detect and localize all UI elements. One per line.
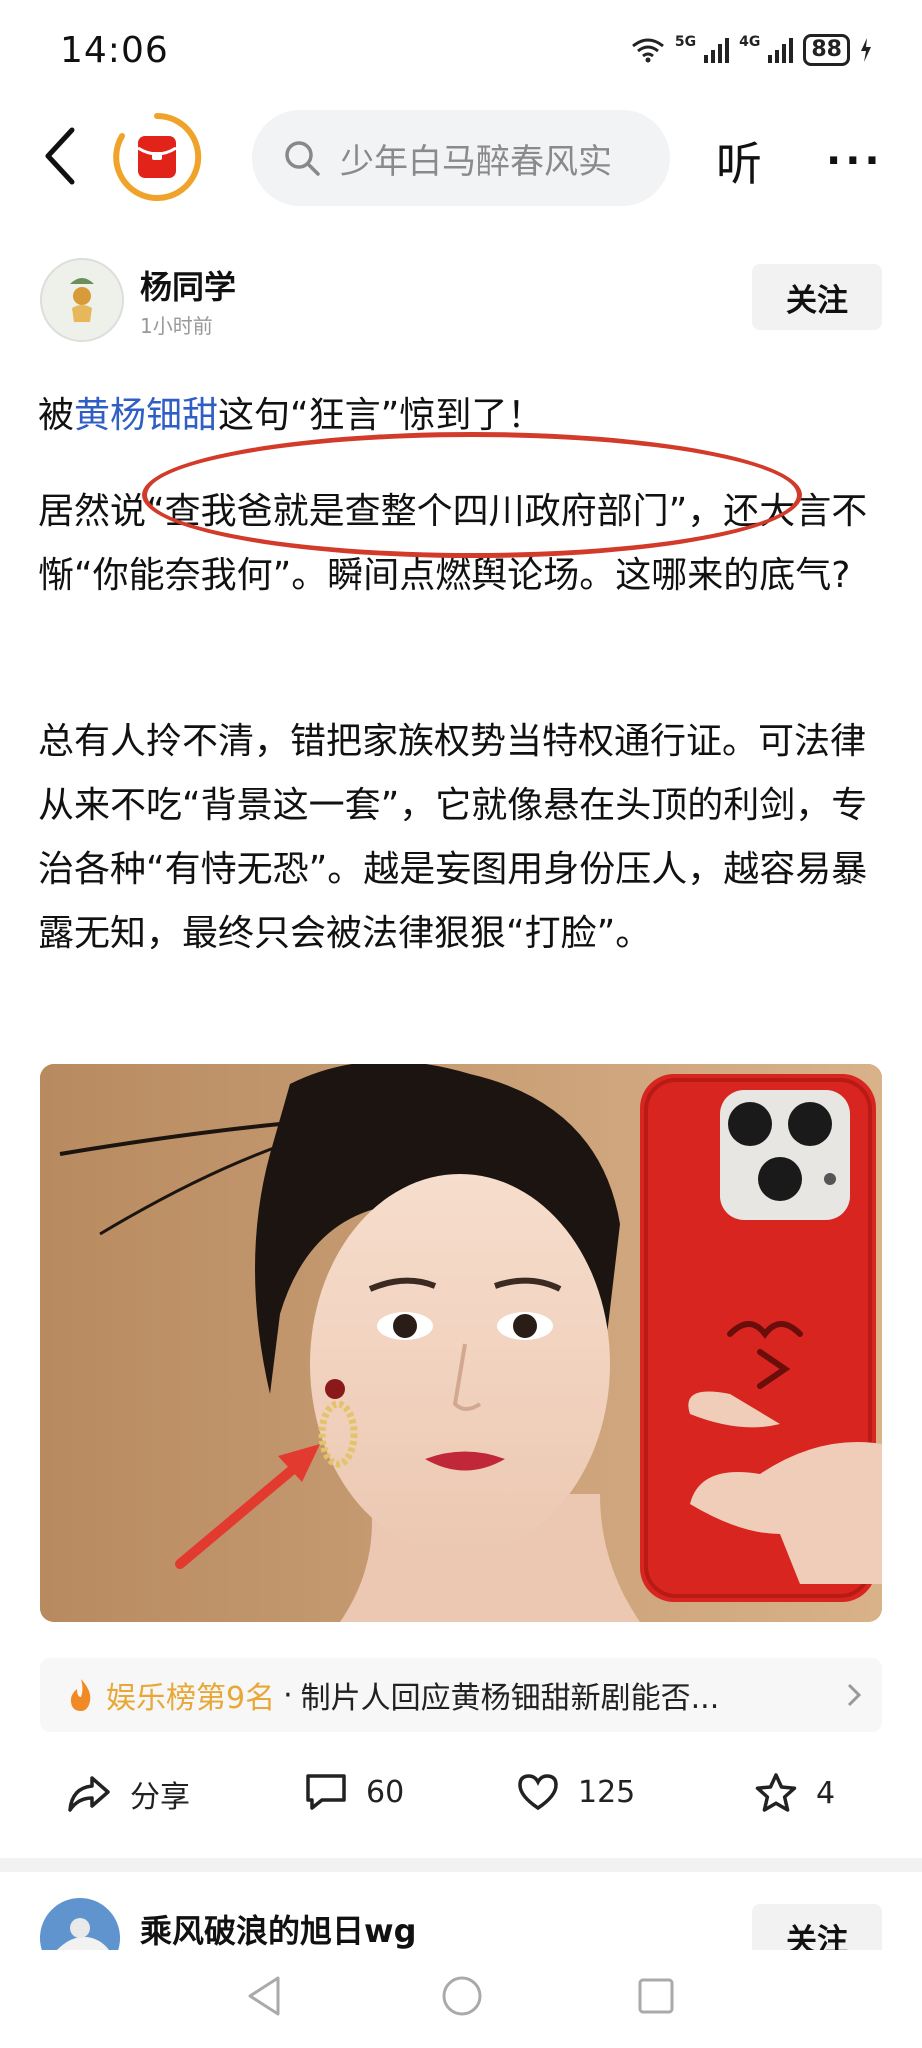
network-4g-label: 4G [739,34,761,50]
search-icon [285,141,320,176]
signal-icon-2 [768,37,794,63]
nav-back-icon[interactable] [244,1974,284,2018]
signal-icon [704,37,730,63]
charging-icon [861,38,871,62]
share-button[interactable]: 分享 [66,1772,190,1816]
favorite-count: 4 [816,1775,836,1811]
post-time: 1小时前 [140,314,213,338]
nav-recents-icon[interactable] [636,1976,676,2016]
paragraph-1-start: 被 [38,395,75,436]
search-placeholder: 少年白马醉春风实 [340,141,612,182]
comment-count: 60 [366,1774,405,1810]
fire-icon [70,1679,91,1711]
app-logo[interactable] [112,112,202,202]
like-count: 125 [578,1774,636,1810]
author-avatar[interactable] [40,258,124,342]
paragraph-3: 总有人拎不清，错把家族权势当特权通行证。可法律从来不吃“背景这一套”，它就像悬在… [38,721,868,954]
battery-level: 88 [803,34,850,66]
back-icon[interactable] [40,126,80,186]
red-packet-icon [113,112,202,201]
share-label: 分享 [130,1780,190,1815]
status-time: 14:06 [60,30,169,71]
post-image[interactable] [40,1064,882,1622]
feed-divider [0,1858,922,1872]
ranking-bar[interactable]: 娱乐榜第9名 · 制片人回应黄杨钿甜新剧能否... [40,1658,882,1732]
chevron-right-icon [847,1683,862,1707]
comment-button[interactable]: 60 [304,1772,404,1812]
next-author-name[interactable]: 乘风破浪的旭日wg [140,1906,416,1952]
ranking-separator: · [283,1677,293,1713]
red-highlight-circle [142,432,802,558]
network-5g-label: 5G [674,34,697,50]
share-icon [68,1776,110,1812]
ranking-text: 制片人回应黄杨钿甜新剧能否... [300,1681,720,1716]
comment-icon [306,1774,346,1810]
favorite-button[interactable]: 4 [754,1772,835,1814]
wifi-icon [631,38,664,63]
paragraph-1-end: 这句“狂言”惊到了！ [218,395,544,436]
search-bar[interactable]: 少年白马醉春风实 [252,110,670,206]
nav-home-icon[interactable] [440,1974,484,2018]
heart-icon [518,1774,558,1811]
topic-link[interactable]: 黄杨钿甜 [74,395,218,436]
follow-button[interactable]: 关注 [752,264,882,330]
star-icon [755,1773,797,1812]
selfie-illustration [40,1064,882,1622]
system-nav-bar [0,1950,922,2048]
status-icons: 5G 4G 88 [631,34,872,66]
more-button[interactable]: ··· [826,138,884,184]
listen-button[interactable]: 听 [716,128,762,194]
ranking-label: 娱乐榜第9名 [106,1681,276,1716]
author-name[interactable]: 杨同学 [140,262,236,308]
like-button[interactable]: 125 [516,1772,635,1812]
